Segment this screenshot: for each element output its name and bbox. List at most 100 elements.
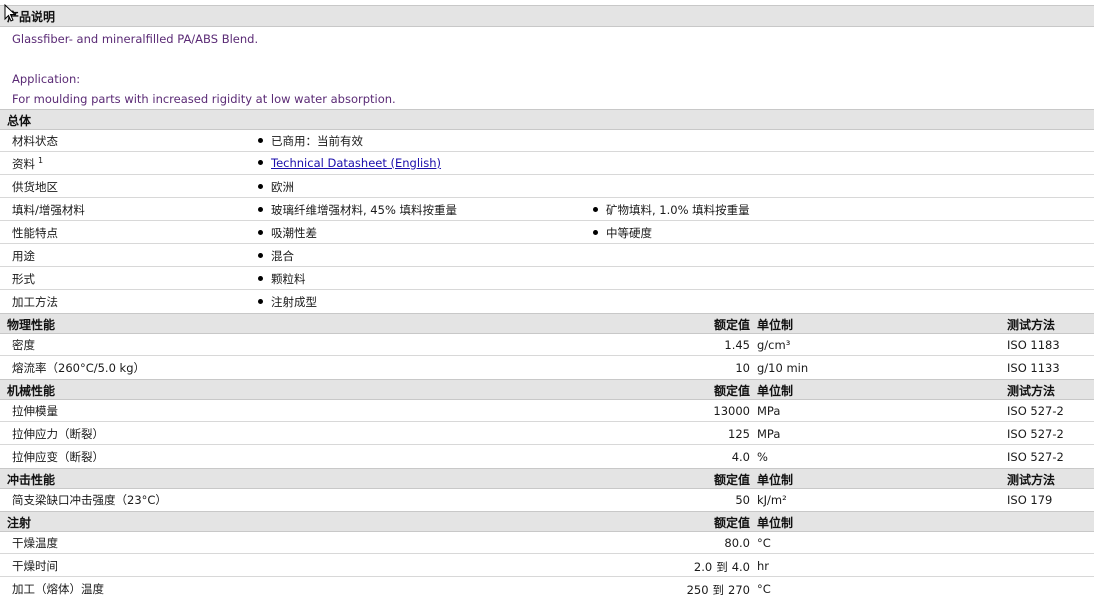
bullet-icon [593, 207, 598, 212]
table-row: 简支梁缺口冲击强度（23°C） 50 kJ/m² ISO 179 [0, 488, 1094, 510]
bullet-text: 吸潮性差 [271, 226, 317, 240]
row-label: 性能特点 [12, 226, 58, 240]
row-method: ISO 1133 [1007, 361, 1060, 375]
table-row: 资料 1 Technical Datasheet (English) [0, 152, 1094, 175]
section-title: 物理性能 [7, 318, 56, 332]
row-label: 拉伸模量 [12, 404, 58, 418]
row-value: 50 [735, 493, 750, 507]
column-header-value: 额定值 [713, 318, 750, 332]
row-label: 密度 [12, 338, 35, 352]
bullet-icon [258, 299, 263, 304]
row-method: ISO 527-2 [1007, 404, 1064, 418]
range-to-word: 到 [716, 560, 728, 574]
table-row: 供货地区 欧洲 [0, 175, 1094, 198]
row-unit: kJ/m² [757, 493, 787, 507]
datasheet-link[interactable]: Technical Datasheet (English) [271, 156, 441, 170]
mouse-cursor-icon [4, 4, 16, 22]
column-header-value: 额定值 [713, 516, 750, 530]
row-label: 拉伸应力（断裂） [12, 427, 104, 441]
row-value: 10 [735, 361, 750, 375]
row-unit: g/cm³ [757, 338, 791, 352]
row-label: 简支梁缺口冲击强度（23°C） [12, 493, 167, 507]
bullet-icon [258, 160, 263, 165]
row-value: 1.45 [724, 338, 750, 352]
column-header-unit: 单位制 [757, 473, 794, 487]
row-value-range: 2.0 到 4.0 [694, 559, 750, 575]
section-header-general: 总体 [0, 109, 1094, 130]
bullet-value: 中等硬度 [593, 225, 652, 241]
section-title: 总体 [7, 114, 32, 128]
row-unit: hr [757, 559, 770, 573]
row-label: 用途 [12, 249, 35, 263]
table-row: 拉伸应变（断裂） 4.0 % ISO 527-2 [0, 445, 1094, 467]
section-header-mechanical: 机械性能 额定值 单位制 测试方法 [0, 379, 1094, 400]
range-to: 270 [728, 583, 750, 597]
column-header-value: 额定值 [713, 473, 750, 487]
row-value: 13000 [713, 404, 750, 418]
bullet-value: 混合 [258, 248, 294, 264]
table-row: 拉伸模量 13000 MPa ISO 527-2 [0, 399, 1094, 422]
bullet-value: 已商用：当前有效 [258, 133, 363, 149]
table-row: 形式 颗粒料 [0, 267, 1094, 290]
row-method: ISO 527-2 [1007, 450, 1064, 464]
row-unit: MPa [757, 427, 781, 441]
row-unit: % [757, 450, 768, 464]
row-label: 填料/增强材料 [12, 203, 85, 217]
description-line: Glassfiber- and mineralfilled PA/ABS Ble… [12, 32, 259, 46]
table-row: 拉伸应力（断裂） 125 MPa ISO 527-2 [0, 422, 1094, 445]
column-header-unit: 单位制 [757, 318, 794, 332]
table-row: 材料状态 已商用：当前有效 [0, 129, 1094, 152]
row-unit: °C [757, 582, 771, 596]
bullet-text: 中等硬度 [606, 226, 652, 240]
column-header-unit: 单位制 [757, 516, 794, 530]
row-label: 材料状态 [12, 134, 58, 148]
row-label: 拉伸应变（断裂） [12, 450, 104, 464]
row-unit: °C [757, 536, 771, 550]
row-label: 熔流率（260°C/5.0 kg） [12, 361, 146, 375]
table-row: 熔流率（260°C/5.0 kg） 10 g/10 min ISO 1133 [0, 356, 1094, 378]
bullet-text: 混合 [271, 249, 294, 263]
bullet-icon [258, 184, 263, 189]
range-from: 2.0 [693, 560, 713, 574]
range-to: 4.0 [731, 560, 750, 574]
section-header-description: 产品说明 [0, 5, 1094, 27]
range-to-word: 到 [712, 583, 725, 597]
column-header-method: 测试方法 [1007, 384, 1056, 398]
row-label: 供货地区 [12, 180, 58, 194]
bullet-value: 颗粒料 [258, 271, 306, 287]
bullet-value: 矿物填料, 1.0% 填料按重量 [593, 202, 750, 218]
section-header-physical: 物理性能 额定值 单位制 测试方法 [0, 313, 1094, 334]
section-header-injection: 注射 额定值 单位制 [0, 511, 1094, 532]
bullet-icon [593, 230, 598, 235]
row-value-range: 250 到 270 [687, 582, 750, 598]
section-header-impact: 冲击性能 额定值 单位制 测试方法 [0, 468, 1094, 489]
row-unit: g/10 min [757, 361, 809, 375]
bullet-text: 注射成型 [271, 295, 317, 309]
row-label: 干燥温度 [12, 536, 58, 550]
table-row: 加工（熔体）温度 250 到 270 °C [0, 577, 1094, 599]
table-row: 加工方法 注射成型 [0, 290, 1094, 312]
row-method: ISO 527-2 [1007, 427, 1064, 441]
bullet-icon [258, 138, 263, 143]
row-label: 加工方法 [12, 295, 58, 309]
row-unit: MPa [757, 404, 781, 418]
application-label: Application: [12, 72, 81, 86]
bullet-text: 欧洲 [271, 180, 294, 194]
bullet-value: 吸潮性差 [258, 225, 317, 241]
bullet-value: 注射成型 [258, 294, 317, 310]
bullet-text: 矿物填料, 1.0% 填料按重量 [606, 203, 750, 217]
row-value: 80.0 [724, 536, 750, 550]
row-label: 干燥时间 [12, 559, 58, 573]
row-label: 加工（熔体）温度 [12, 582, 104, 596]
row-value: 125 [728, 427, 750, 441]
row-label: 形式 [12, 272, 35, 286]
table-row: 填料/增强材料 玻璃纤维增强材料, 45% 填料按重量 矿物填料, 1.0% 填… [0, 198, 1094, 221]
bullet-icon [258, 207, 263, 212]
table-row: 干燥温度 80.0 °C [0, 531, 1094, 554]
row-method: ISO 179 [1007, 493, 1053, 507]
bullet-text: 颗粒料 [271, 272, 306, 286]
bullet-value: Technical Datasheet (English) [258, 156, 441, 170]
column-header-unit: 单位制 [757, 384, 794, 398]
table-row: 干燥时间 2.0 到 4.0 hr [0, 554, 1094, 577]
bullet-icon [258, 230, 263, 235]
